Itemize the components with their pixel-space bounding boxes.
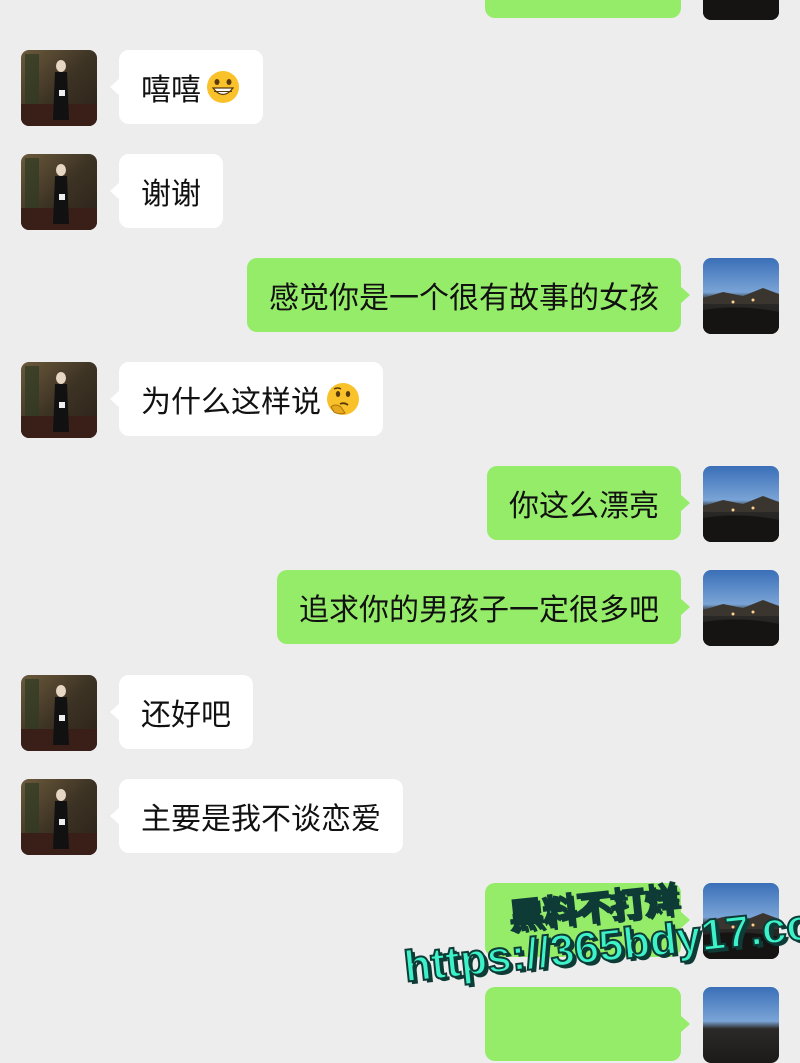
message-row-received: 为什么这样说 — [0, 362, 800, 438]
message-bubble-sent[interactable]: 感觉你是一个很有故事的女孩 — [247, 258, 690, 332]
self-avatar[interactable] — [703, 987, 779, 1063]
message-bubble-sent[interactable]: 你这么漂亮 — [487, 466, 690, 540]
message-row-received: 主要是我不谈恋爱 — [0, 779, 800, 855]
message-bubble-sent[interactable]: 追求你的男孩子一定很多吧 — [277, 570, 690, 644]
message-bubble-received[interactable]: 为什么这样说 — [110, 362, 383, 436]
message-bubble-received[interactable]: 嘻嘻 — [110, 50, 263, 124]
contact-avatar[interactable] — [21, 675, 97, 751]
message-row-received: 嘻嘻 — [0, 50, 800, 126]
message-bubble-sent[interactable] — [485, 0, 681, 18]
self-avatar[interactable] — [703, 883, 779, 959]
message-bubble-received[interactable]: 谢谢 — [110, 154, 223, 228]
message-bubble-received[interactable]: 还好吧 — [110, 675, 253, 749]
contact-avatar[interactable] — [21, 154, 97, 230]
message-row-sent: 你这么漂亮 — [0, 466, 800, 542]
message-bubble-sent[interactable] — [485, 987, 690, 1061]
contact-avatar[interactable] — [21, 50, 97, 126]
message-row-sent: 追求你的男孩子一定很多吧 — [0, 570, 800, 646]
self-avatar[interactable] — [703, 466, 779, 542]
self-avatar[interactable] — [703, 258, 779, 334]
message-bubble-sent[interactable] — [485, 883, 690, 957]
contact-avatar[interactable] — [21, 362, 97, 438]
message-row-received: 还好吧 — [0, 675, 800, 751]
self-avatar[interactable] — [703, 570, 779, 646]
self-avatar[interactable] — [703, 0, 779, 20]
message-bubble-received[interactable]: 主要是我不谈恋爱 — [110, 779, 403, 853]
message-row-sent — [0, 987, 800, 1063]
message-row-sent — [0, 0, 800, 20]
grinning-face-icon — [205, 69, 241, 105]
thinking-face-icon — [325, 381, 361, 417]
message-row-sent: 感觉你是一个很有故事的女孩 — [0, 258, 800, 334]
message-row-received: 谢谢 — [0, 154, 800, 230]
contact-avatar[interactable] — [21, 779, 97, 855]
message-row-sent — [0, 883, 800, 959]
